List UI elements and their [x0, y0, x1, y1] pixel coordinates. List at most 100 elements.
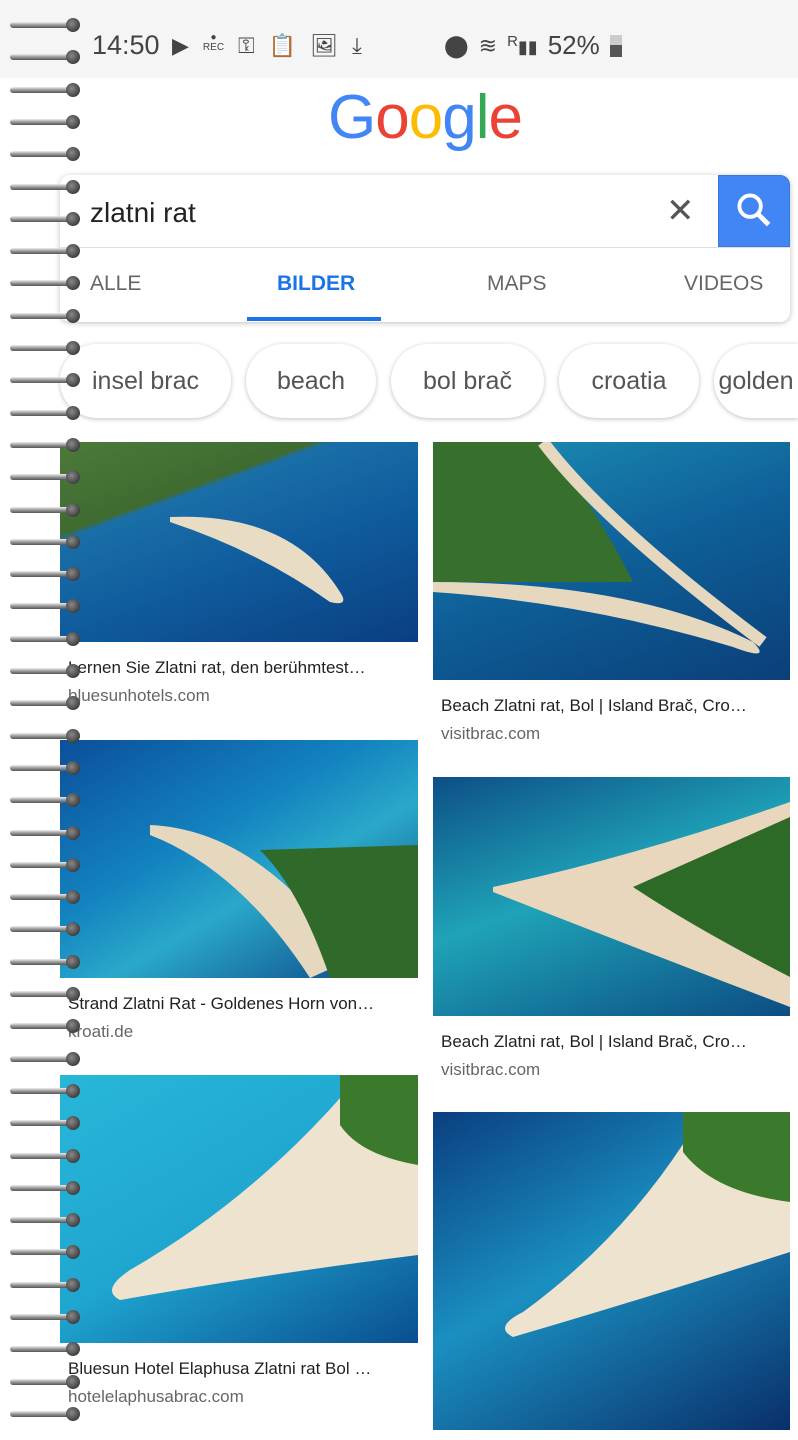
- clear-icon[interactable]: ✕: [666, 191, 695, 231]
- roaming-label: R: [507, 33, 518, 50]
- spiral-ring: [10, 1051, 82, 1066]
- chip-bol-brac[interactable]: bol brač: [391, 344, 544, 418]
- spiral-ring: [10, 502, 82, 517]
- spiral-ring: [10, 1116, 82, 1131]
- spiral-ring: [10, 1374, 82, 1389]
- spiral-ring: [10, 890, 82, 905]
- active-tab-indicator: [247, 317, 381, 321]
- spiral-ring: [10, 987, 82, 1001]
- beach-illustration: [112, 1075, 418, 1300]
- battery-charging-icon: [609, 34, 622, 57]
- clipboard-icon: 📋: [268, 33, 297, 58]
- search-icon: [737, 193, 771, 227]
- spiral-ring: [10, 211, 82, 226]
- wifi-icon: ≋: [478, 32, 498, 58]
- rec-label: REC: [202, 42, 225, 53]
- result-image[interactable]: [60, 442, 418, 642]
- spiral-ring: [10, 1148, 82, 1163]
- logo-letter: l: [475, 83, 490, 152]
- spiral-ring: [10, 1083, 82, 1098]
- spiral-ring: [10, 1180, 82, 1195]
- result-title[interactable]: Bluesun Hotel Elaphusa Zlatni rat Bol …: [68, 1359, 371, 1379]
- chip-insel-brac[interactable]: insel brac: [60, 344, 231, 418]
- spiral-ring: [10, 244, 82, 259]
- spiral-ring: [10, 437, 82, 452]
- download-icon: ⤓: [352, 33, 362, 58]
- google-logo[interactable]: Google: [0, 82, 798, 153]
- spiral-ring: [10, 631, 82, 646]
- spiral-ring: [10, 922, 82, 937]
- result-image[interactable]: [433, 442, 790, 680]
- spiral-ring: [10, 1213, 82, 1228]
- result-title[interactable]: Beach Zlatni rat, Bol | Island Brač, Cro…: [441, 696, 747, 716]
- spiral-ring: [10, 534, 82, 549]
- beach-illustration: [170, 516, 344, 604]
- tab-alle[interactable]: ALLE: [90, 272, 141, 296]
- spiral-ring: [10, 276, 82, 291]
- tab-maps[interactable]: MAPS: [487, 272, 547, 296]
- divider: [60, 247, 790, 248]
- spiral-ring: [10, 1406, 82, 1421]
- spiral-ring: [10, 82, 82, 97]
- logo-letter: G: [328, 83, 376, 152]
- location-icon: ⬤: [444, 32, 469, 58]
- beach-illustration: [493, 802, 790, 1007]
- signal-icon: R▮▮: [507, 33, 538, 57]
- image-icon: 🖼: [310, 33, 339, 58]
- rec-icon: ● REC: [202, 32, 225, 53]
- tab-bilder[interactable]: BILDER: [277, 272, 355, 296]
- result-title[interactable]: Beach Zlatni rat, Bol | Island Brač, Cro…: [441, 1032, 747, 1052]
- spiral-ring: [10, 308, 82, 323]
- spiral-ring: [10, 1310, 82, 1324]
- result-image[interactable]: [433, 1112, 790, 1430]
- spiral-ring: [10, 728, 82, 743]
- spiral-ring: [10, 664, 82, 678]
- spiral-ring: [10, 857, 82, 872]
- result-domain[interactable]: visitbrac.com: [441, 1060, 540, 1080]
- spiral-ring: [10, 954, 82, 969]
- spiral-ring: [10, 696, 82, 711]
- clock: 14:50: [92, 30, 160, 60]
- spiral-ring: [10, 1342, 82, 1357]
- spiral-ring: [10, 1019, 82, 1034]
- spiral-ring: [10, 405, 82, 420]
- spiral-ring: [10, 341, 82, 355]
- spiral-ring: [10, 470, 82, 485]
- spiral-ring: [10, 793, 82, 808]
- spiral-ring: [10, 760, 82, 775]
- chip-croatia[interactable]: croatia: [559, 344, 699, 418]
- chip-golden[interactable]: golden: [714, 344, 798, 418]
- spiral-ring: [10, 1245, 82, 1260]
- spiral-ring: [10, 599, 82, 614]
- battery-level: 52%: [547, 30, 600, 60]
- status-bar: 14:50 ▶ ● REC ⚿ 📋 🖼 ⤓ ⬤ ≋ R▮▮ 52%: [0, 0, 798, 78]
- search-input[interactable]: zlatni rat: [90, 197, 196, 229]
- result-domain[interactable]: bluesunhotels.com: [68, 686, 210, 706]
- spiral-ring: [10, 179, 82, 194]
- result-image[interactable]: [433, 777, 790, 1016]
- logo-letter: o: [375, 83, 409, 152]
- logo-letter: g: [442, 83, 476, 152]
- chip-beach[interactable]: beach: [246, 344, 376, 418]
- spiral-ring: [10, 825, 82, 840]
- result-image[interactable]: [60, 1075, 418, 1343]
- spiral-ring: [10, 50, 82, 65]
- beach-illustration: [433, 442, 767, 654]
- result-title[interactable]: Strand Zlatni Rat - Goldenes Horn von…: [68, 994, 374, 1014]
- beach-illustration: [150, 825, 418, 978]
- tab-videos[interactable]: VIDEOS: [684, 272, 763, 296]
- result-domain[interactable]: visitbrac.com: [441, 724, 540, 744]
- spiral-ring: [10, 147, 82, 162]
- search-button[interactable]: [718, 175, 790, 247]
- search-card: zlatni rat ✕ ALLE BILDER MAPS VIDEOS: [60, 175, 790, 322]
- result-image[interactable]: [60, 740, 418, 978]
- spiral-ring: [10, 567, 82, 582]
- terminal-icon: ▶: [172, 33, 189, 58]
- result-title[interactable]: Lernen Sie Zlatni rat, den berühmtest…: [68, 658, 366, 678]
- spiral-ring: [10, 18, 82, 32]
- spiral-ring: [10, 114, 82, 129]
- logo-letter: o: [408, 83, 443, 152]
- spiral-ring: [10, 1277, 82, 1292]
- result-domain[interactable]: hotelelaphusabrac.com: [68, 1387, 244, 1407]
- beach-illustration: [505, 1112, 790, 1337]
